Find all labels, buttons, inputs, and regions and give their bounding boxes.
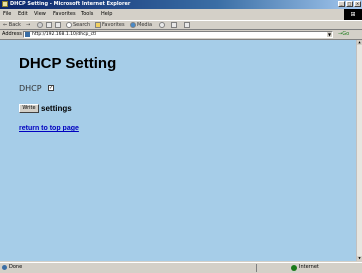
windows-logo-icon: ⊞ xyxy=(344,9,362,20)
history-icon[interactable] xyxy=(159,22,165,28)
refresh-icon[interactable] xyxy=(46,22,52,28)
window-title: DHCP Setting - Microsoft Internet Explor… xyxy=(10,1,131,7)
scroll-down-icon[interactable]: ▼ xyxy=(357,256,362,261)
menu-file[interactable]: File xyxy=(3,11,11,18)
address-url[interactable]: http://192.168.1.10/dhcp_ctl xyxy=(32,32,96,37)
mail-icon[interactable] xyxy=(171,22,177,28)
menu-help[interactable]: Help xyxy=(101,11,112,18)
status-text: Done xyxy=(9,264,23,270)
go-label: Go xyxy=(342,31,350,37)
page-viewport xyxy=(0,40,356,261)
status-bar: Done Internet xyxy=(0,262,362,273)
ie-icon xyxy=(2,1,8,7)
forward-button[interactable]: → xyxy=(26,22,30,29)
address-bar: Address http://192.168.1.10/dhcp_ctl ▼ →… xyxy=(0,30,362,40)
search-icon xyxy=(66,22,72,28)
menu-favorites[interactable]: Favorites xyxy=(53,11,76,18)
address-label: Address xyxy=(2,31,22,37)
minimize-button[interactable]: _ xyxy=(338,1,345,7)
close-button[interactable]: × xyxy=(354,1,361,7)
return-to-top-link[interactable]: return to top page xyxy=(19,124,79,133)
title-bar: DHCP Setting - Microsoft Internet Explor… xyxy=(0,0,362,9)
settings-label: settings xyxy=(41,104,72,113)
address-field[interactable]: http://192.168.1.10/dhcp_ctl ▼ xyxy=(23,31,333,38)
menu-view[interactable]: View xyxy=(34,11,46,18)
toolbar: ⇐ Back → Search Favorites Media xyxy=(0,20,362,30)
window-controls: _ □ × xyxy=(337,1,361,7)
menu-edit[interactable]: Edit xyxy=(18,11,28,18)
dhcp-checkbox[interactable]: ✓ xyxy=(48,85,54,91)
menu-bar: File Edit View Favorites Tools Help xyxy=(0,10,362,19)
go-button[interactable]: →Go xyxy=(338,31,349,38)
page-title: DHCP Setting xyxy=(19,55,117,72)
write-button[interactable]: Write xyxy=(19,104,39,113)
back-button[interactable]: ⇐ Back xyxy=(3,22,21,29)
media-icon xyxy=(130,22,136,28)
stop-icon[interactable] xyxy=(37,22,43,28)
home-icon[interactable] xyxy=(55,22,61,28)
maximize-button[interactable]: □ xyxy=(346,1,353,7)
vertical-scrollbar[interactable]: ▲ ▼ xyxy=(356,40,362,261)
search-button[interactable]: Search xyxy=(73,22,90,29)
favorites-button[interactable]: Favorites xyxy=(102,22,125,29)
favorites-icon xyxy=(95,22,101,28)
print-icon[interactable] xyxy=(184,22,190,28)
page-icon xyxy=(25,32,30,37)
page-done-icon xyxy=(2,265,7,270)
chevron-down-icon[interactable]: ▼ xyxy=(327,32,332,37)
zone-text: Internet xyxy=(299,264,319,270)
scroll-up-icon[interactable]: ▲ xyxy=(357,40,362,45)
dhcp-label: DHCP xyxy=(19,84,42,93)
media-button[interactable]: Media xyxy=(137,22,152,29)
internet-zone-icon xyxy=(291,265,297,271)
status-panes xyxy=(256,264,287,272)
menu-tools[interactable]: Tools xyxy=(81,11,93,18)
